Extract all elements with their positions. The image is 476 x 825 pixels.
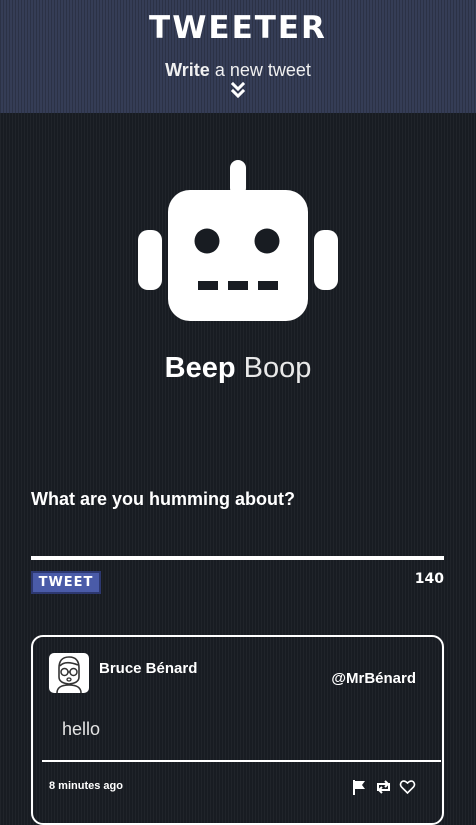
tweet-actions xyxy=(349,779,416,795)
tweet-divider xyxy=(42,760,441,762)
profile-last-name: Boop xyxy=(243,352,312,384)
flag-icon[interactable] xyxy=(351,779,368,795)
tweet-card: Bruce Bénard @MrBénard hello 8 minutes a… xyxy=(31,635,444,825)
tweet-author-handle: @MrBénard xyxy=(331,670,416,687)
user-avatar-icon xyxy=(49,653,89,693)
profile-first-name: Beep xyxy=(164,352,236,384)
robot-icon xyxy=(138,160,338,321)
tweet-author-name: Bruce Bénard xyxy=(99,660,198,677)
compose-toggle-strong: Write xyxy=(165,60,210,80)
tweet-text: hello xyxy=(62,719,101,739)
tweet-text-input[interactable] xyxy=(31,520,444,560)
tweet-button[interactable]: TWEET xyxy=(31,571,101,594)
compose-label: What are you humming about? xyxy=(31,489,295,509)
retweet-icon[interactable] xyxy=(375,779,392,795)
compose-toggle[interactable]: Write a new tweet xyxy=(0,60,476,81)
brand-title: TWEETER xyxy=(149,10,327,46)
compose-toggle-rest: a new tweet xyxy=(209,60,311,80)
profile-name: Beep Boop xyxy=(0,352,476,385)
top-navigation-bar: TWEETER Write a new tweet xyxy=(0,0,476,113)
double-chevron-down-icon[interactable] xyxy=(231,82,245,100)
character-counter: 140 xyxy=(414,571,444,587)
heart-icon[interactable] xyxy=(399,779,416,795)
tweet-timestamp: 8 minutes ago xyxy=(49,780,123,792)
